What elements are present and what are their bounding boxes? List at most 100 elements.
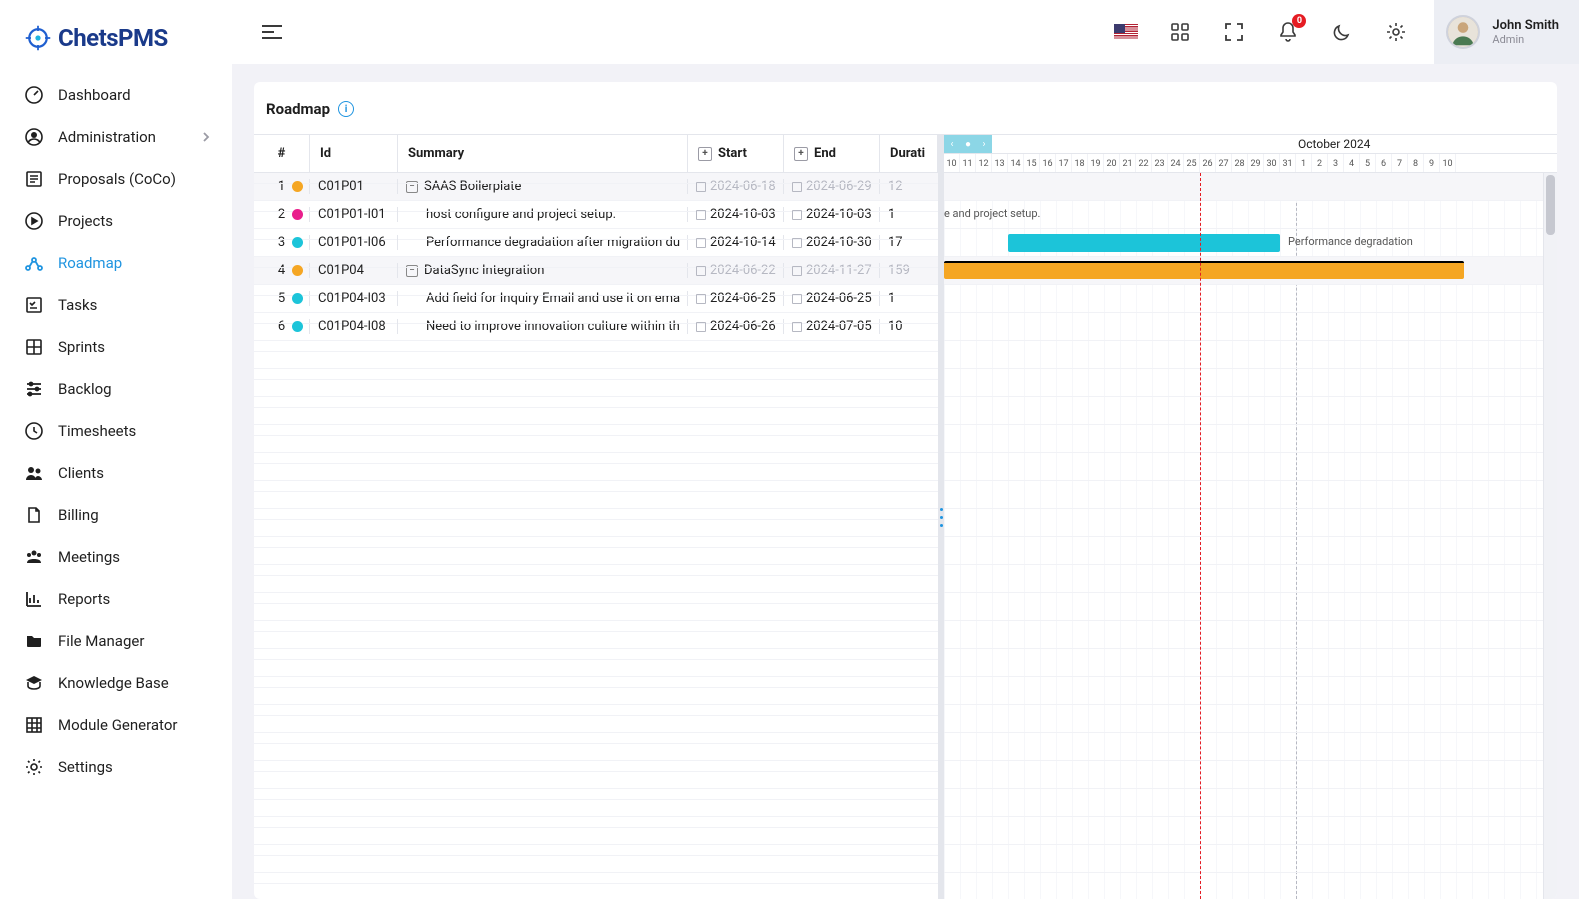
expand-start-icon[interactable]: + [698, 147, 712, 161]
th-duration[interactable]: Durati [880, 135, 938, 172]
gantt-day[interactable]: 10 [1440, 154, 1456, 173]
sidebar-item-dashboard[interactable]: Dashboard [8, 74, 224, 116]
gantt-day[interactable]: 19 [1088, 154, 1104, 173]
gantt-row [944, 677, 1557, 705]
sidebar-item-meetings[interactable]: Meetings [8, 536, 224, 578]
sidebar-item-projects[interactable]: Projects [8, 200, 224, 242]
gantt-row [944, 565, 1557, 593]
table-row[interactable]: 1C01P01−SAAS Boilerplate2024-06-182024-0… [254, 173, 938, 201]
sidebar-item-reports[interactable]: Reports [8, 578, 224, 620]
sidebar-item-proposals-coco-[interactable]: Proposals (CoCo) [8, 158, 224, 200]
sidebar-item-timesheets[interactable]: Timesheets [8, 410, 224, 452]
notifications-icon[interactable]: 0 [1272, 16, 1304, 48]
expand-end-icon[interactable]: + [794, 147, 808, 161]
gantt-day[interactable]: 5 [1360, 154, 1376, 173]
gantt-bar[interactable] [1008, 234, 1280, 252]
gantt-day[interactable]: 30 [1264, 154, 1280, 173]
gantt-day[interactable]: 6 [1376, 154, 1392, 173]
th-id[interactable]: Id [310, 135, 398, 172]
brand-logo[interactable]: ChetsPMS [0, 10, 232, 74]
sidebar-item-sprints[interactable]: Sprints [8, 326, 224, 368]
gantt-day[interactable]: 9 [1424, 154, 1440, 173]
calendar-icon [696, 266, 706, 276]
brand-name: ChetsPMS [58, 24, 168, 52]
gantt-row [944, 425, 1557, 453]
gantt-row [944, 397, 1557, 425]
gantt-day[interactable]: 29 [1248, 154, 1264, 173]
status-dot [292, 293, 303, 304]
gantt-day[interactable]: 24 [1168, 154, 1184, 173]
sidebar-item-file-manager[interactable]: File Manager [8, 620, 224, 662]
table-row[interactable]: 3C01P01-I06Performance degradation after… [254, 229, 938, 257]
sidebar-item-label: Roadmap [58, 254, 122, 272]
sidebar-item-billing[interactable]: Billing [8, 494, 224, 536]
gantt-day[interactable]: 12 [976, 154, 992, 173]
gantt-day[interactable]: 27 [1216, 154, 1232, 173]
gantt-day[interactable]: 18 [1072, 154, 1088, 173]
gantt-day[interactable]: 2 [1312, 154, 1328, 173]
gantt-day[interactable]: 16 [1040, 154, 1056, 173]
status-dot [292, 237, 303, 248]
gantt-day[interactable]: 21 [1120, 154, 1136, 173]
gantt-day[interactable]: 1 [1296, 154, 1312, 173]
sidebar-item-clients[interactable]: Clients [8, 452, 224, 494]
status-dot [292, 265, 303, 276]
th-start[interactable]: + Start [688, 135, 784, 172]
gantt-row [944, 369, 1557, 397]
gantt-day[interactable]: 3 [1328, 154, 1344, 173]
menu-toggle-icon[interactable] [256, 16, 288, 48]
gantt-day[interactable]: 11 [960, 154, 976, 173]
fullscreen-icon[interactable] [1218, 16, 1250, 48]
gantt-row [944, 705, 1557, 733]
th-summary[interactable]: Summary [398, 135, 688, 172]
checklist-icon [24, 295, 44, 315]
gantt-day[interactable]: 8 [1408, 154, 1424, 173]
table-row[interactable]: 5C01P04-I03Add field for Inquiry Email a… [254, 285, 938, 313]
table-row[interactable]: 2C01P01-I01host configure and project se… [254, 201, 938, 229]
gantt-day[interactable]: 15 [1024, 154, 1040, 173]
gantt-day[interactable]: 14 [1008, 154, 1024, 173]
gantt-day[interactable]: 28 [1232, 154, 1248, 173]
collapse-icon[interactable]: − [406, 181, 418, 193]
sidebar-item-knowledge-base[interactable]: Knowledge Base [8, 662, 224, 704]
gantt-day[interactable]: 17 [1056, 154, 1072, 173]
gantt-scrollbar[interactable] [1543, 173, 1557, 899]
settings-icon[interactable] [1380, 16, 1412, 48]
gantt-prev-icon[interactable]: ‹ [944, 135, 960, 153]
gantt-day[interactable]: 10 [944, 154, 960, 173]
roadmap-card: Roadmap i # Id Summary + Start [254, 82, 1557, 899]
th-number[interactable]: # [254, 135, 310, 172]
sidebar-item-backlog[interactable]: Backlog [8, 368, 224, 410]
language-flag[interactable] [1110, 16, 1142, 48]
gantt-bar[interactable] [944, 261, 1464, 279]
info-icon[interactable]: i [338, 101, 354, 117]
gantt-today-icon[interactable]: ● [960, 135, 976, 153]
gantt-body[interactable]: e and project setup.Performance degradat… [944, 173, 1557, 899]
gantt-day[interactable]: 26 [1200, 154, 1216, 173]
gantt-day[interactable]: 25 [1184, 154, 1200, 173]
sidebar-item-roadmap[interactable]: Roadmap [8, 242, 224, 284]
gantt-day[interactable]: 22 [1136, 154, 1152, 173]
sidebar-item-label: Clients [58, 464, 104, 482]
th-end[interactable]: + End [784, 135, 880, 172]
gantt-day[interactable]: 31 [1280, 154, 1296, 173]
gantt-day[interactable]: 23 [1152, 154, 1168, 173]
gantt-day[interactable]: 13 [992, 154, 1008, 173]
gantt-day[interactable]: 20 [1104, 154, 1120, 173]
sidebar-item-tasks[interactable]: Tasks [8, 284, 224, 326]
table-row[interactable]: 6C01P04-I08Need to improve innovation cu… [254, 313, 938, 341]
apps-icon[interactable] [1164, 16, 1196, 48]
page-title: Roadmap [266, 100, 330, 118]
table-row[interactable]: 4C01P04−DataSync Integration2024-06-2220… [254, 257, 938, 285]
user-menu[interactable]: John Smith Admin [1434, 0, 1579, 64]
sidebar-item-settings[interactable]: Settings [8, 746, 224, 788]
grid-icon [24, 715, 44, 735]
sidebar-item-administration[interactable]: Administration [8, 116, 224, 158]
dark-mode-icon[interactable] [1326, 16, 1358, 48]
gantt-day[interactable]: 7 [1392, 154, 1408, 173]
sidebar-item-module-generator[interactable]: Module Generator [8, 704, 224, 746]
gear-icon [24, 757, 44, 777]
collapse-icon[interactable]: − [406, 265, 418, 277]
gantt-next-icon[interactable]: › [976, 135, 992, 153]
gantt-day[interactable]: 4 [1344, 154, 1360, 173]
